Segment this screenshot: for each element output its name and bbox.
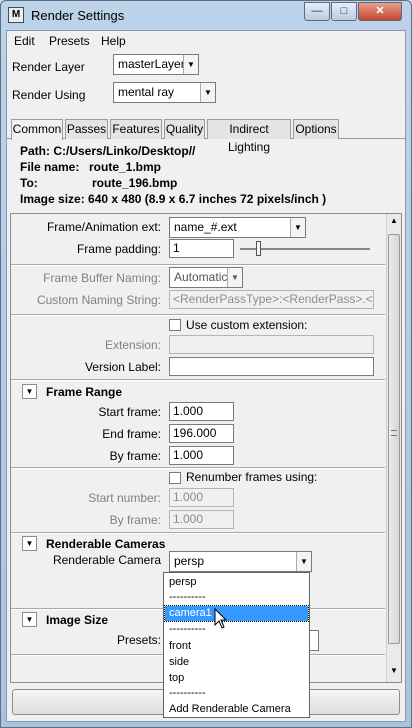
dropdown-item-persp[interactable]: persp: [165, 575, 308, 590]
version-label-field[interactable]: [169, 357, 374, 376]
collapse-frame-range-icon[interactable]: ▼: [22, 384, 37, 399]
output-path: Path: C:/Users/Linko/Desktop//: [20, 144, 196, 158]
divider: [11, 380, 385, 381]
scrollbar-thumb[interactable]: [388, 234, 400, 644]
frame-ext-label: Frame/Animation ext:: [46, 220, 161, 234]
chevron-down-icon: ▼: [200, 83, 215, 102]
renumber-frames-checkbox[interactable]: [169, 472, 181, 484]
extension-label: Extension:: [104, 338, 161, 352]
menu-help[interactable]: Help: [101, 34, 126, 48]
end-frame-field[interactable]: 196.000: [169, 424, 234, 443]
file-name-value: route_1.bmp: [89, 160, 162, 174]
collapse-image-size-icon[interactable]: ▼: [22, 612, 37, 627]
dropdown-item-camera1[interactable]: camera1: [164, 605, 309, 622]
dropdown-separator: ----------: [169, 623, 206, 635]
render-using-value: mental ray: [118, 85, 175, 99]
collapse-renderable-cameras-icon[interactable]: ▼: [22, 536, 37, 551]
by-frame-renumber-label: By frame:: [109, 513, 161, 527]
tab-common[interactable]: Common: [11, 119, 63, 140]
title-bar[interactable]: M Render Settings — □ ✕: [1, 1, 411, 29]
file-name-label: File name:: [20, 160, 80, 174]
chevron-down-icon: ▼: [183, 55, 198, 74]
frame-buffer-value: Automatic: [174, 270, 228, 284]
by-frame-field[interactable]: 1.000: [169, 446, 234, 465]
image-size-info: Image size: 640 x 480 (8.9 x 6.7 inches …: [20, 192, 327, 206]
frame-ext-combo[interactable]: name_#.ext ▼: [169, 217, 306, 238]
tab-indirect-lighting[interactable]: Indirect Lighting: [207, 119, 291, 154]
frame-padding-slider-handle[interactable]: [256, 241, 261, 256]
scroll-up-icon[interactable]: ▲: [389, 216, 399, 228]
render-using-label: Render Using: [12, 88, 86, 102]
frame-padding-label: Frame padding:: [76, 242, 161, 256]
start-frame-label: Start frame:: [98, 405, 161, 419]
menu-bar: Edit Presets Help: [7, 31, 405, 51]
tab-quality[interactable]: Quality: [164, 119, 205, 139]
dropdown-separator: ----------: [169, 591, 206, 603]
tab-features[interactable]: Features: [110, 119, 162, 139]
dropdown-item-top[interactable]: top: [165, 671, 308, 686]
renderable-cameras-title: Renderable Cameras: [46, 537, 166, 551]
dropdown-item-side[interactable]: side: [165, 655, 308, 670]
maximize-button[interactable]: □: [331, 2, 357, 21]
mouse-cursor-icon: [214, 608, 228, 629]
renderable-camera-value: persp: [174, 554, 205, 568]
divider: [11, 533, 385, 534]
extension-field[interactable]: [169, 335, 374, 354]
presets-label: Presets:: [116, 633, 161, 647]
tab-options[interactable]: Options: [293, 119, 339, 139]
image-size-title: Image Size: [46, 613, 109, 627]
close-button[interactable]: ✕: [358, 2, 402, 21]
version-label-label: Version Label:: [84, 360, 161, 374]
end-frame-label: End frame:: [102, 427, 161, 441]
custom-naming-label: Custom Naming String:: [36, 293, 161, 307]
chevron-down-icon: ▼: [290, 218, 305, 237]
by-frame-label: By frame:: [109, 449, 161, 463]
frame-ext-value: name_#.ext: [174, 220, 237, 234]
tab-passes[interactable]: Passes: [65, 119, 108, 139]
maya-icon: M: [8, 7, 24, 23]
use-custom-extension-checkbox[interactable]: [169, 319, 181, 331]
dropdown-item-add-renderable-camera[interactable]: Add Renderable Camera: [165, 702, 308, 717]
start-number-label: Start number:: [88, 491, 161, 505]
divider: [11, 468, 385, 469]
grip-icon: [391, 430, 397, 436]
render-layer-value: masterLayer: [118, 57, 185, 71]
renumber-frames-label: Renumber frames using:: [186, 470, 318, 484]
render-layer-combo[interactable]: masterLayer ▼: [113, 54, 199, 75]
chevron-down-icon: ▼: [296, 552, 311, 571]
chevron-down-icon: ▼: [227, 268, 242, 287]
use-custom-extension-label: Use custom extension:: [186, 318, 308, 332]
frame-buffer-label: Frame Buffer Naming:: [43, 271, 161, 285]
to-label: To:: [20, 176, 38, 190]
start-frame-field[interactable]: 1.000: [169, 402, 234, 421]
window-title: Render Settings: [31, 8, 125, 23]
menu-presets[interactable]: Presets: [49, 34, 90, 48]
render-using-combo[interactable]: mental ray ▼: [113, 82, 216, 103]
by-frame-renumber-field[interactable]: 1.000: [169, 510, 234, 529]
tab-strip: Common Passes Features Quality Indirect …: [7, 119, 405, 154]
vertical-scrollbar[interactable]: ▲ ▼: [386, 214, 401, 682]
to-value: route_196.bmp: [92, 176, 178, 190]
start-number-field[interactable]: 1.000: [169, 488, 234, 507]
camera-dropdown-list[interactable]: persp ---------- camera1 ---------- fron…: [163, 572, 310, 718]
renderable-camera-combo[interactable]: persp ▼: [169, 551, 312, 572]
renderable-camera-label: Renderable Camera: [52, 553, 161, 567]
render-layer-label: Render Layer: [12, 60, 85, 74]
divider: [11, 315, 385, 316]
custom-naming-field[interactable]: <RenderPassType>:<RenderPass>.<Came: [169, 290, 374, 309]
scroll-down-icon[interactable]: ▼: [389, 666, 399, 678]
minimize-button[interactable]: —: [304, 2, 330, 21]
frame-range-title: Frame Range: [46, 385, 123, 399]
menu-edit[interactable]: Edit: [14, 34, 35, 48]
dropdown-item-front[interactable]: front: [165, 639, 308, 654]
dropdown-separator: ----------: [169, 687, 206, 699]
frame-padding-field[interactable]: 1: [169, 239, 234, 258]
frame-buffer-combo[interactable]: Automatic ▼: [169, 267, 243, 288]
divider: [11, 265, 385, 266]
